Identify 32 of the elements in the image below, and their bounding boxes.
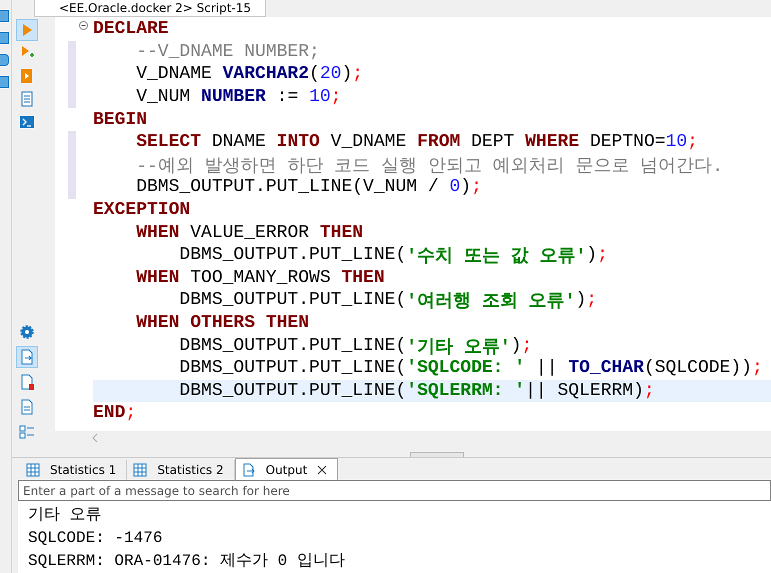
code-line: --V_DNAME NUMBER;: [135, 40, 321, 64]
grid-icon: [133, 463, 148, 478]
code-line: WHEN VALUE_ERROR THEN: [135, 222, 364, 244]
code-line: WHEN OTHERS THEN: [135, 312, 310, 334]
output-line: SQLCODE: -1476: [28, 528, 164, 549]
code-line: DBMS_OUTPUT.PUT_LINE('수치 또는 값 오류');: [178, 244, 609, 267]
database-icon[interactable]: [0, 54, 9, 66]
code-line: EXCEPTION: [93, 199, 192, 222]
code-line: DECLARE: [93, 18, 170, 41]
editor-tab[interactable]: <EE.Oracle.docker 2> Script-15: [34, 0, 266, 17]
close-icon[interactable]: [317, 464, 328, 475]
output-line: SQLERRM: ORA-01476: 제수가 0 입니다: [28, 551, 346, 572]
code-line: --예외 발생하면 하단 코드 실행 안되고 예외처리 문으로 넘어간다.: [135, 156, 724, 176]
splitter-handle[interactable]: [410, 452, 464, 458]
code-line: DBMS_OUTPUT.PUT_LINE('SQLCODE: ' || TO_CHAR(SQLCODE));: [178, 357, 764, 380]
output-icon: [242, 462, 256, 477]
editor-tab-title: <EE.Oracle.docker 2> Script-15: [59, 0, 252, 16]
code-line: DBMS_OUTPUT.PUT_LINE('여러행 조회 오류');: [178, 289, 598, 312]
result-tab[interactable]: Output: [234, 458, 338, 480]
grid-icon: [26, 463, 40, 478]
code-line: WHEN TOO_MANY_ROWS THEN: [135, 266, 386, 290]
output-line: 기타 오류: [28, 505, 103, 526]
code-line: SELECT DNAME INTO V_DNAME FROM DEPT WHERE DEPTNO=10;: [135, 131, 699, 154]
code-line: DBMS_OUTPUT.PUT_LINE(V_NUM / 0);: [135, 176, 483, 199]
collapse-icon[interactable]: [79, 21, 88, 30]
search-field[interactable]: Enter a part of a message to search for here: [18, 480, 771, 501]
code-line: END;: [93, 402, 138, 425]
output-icon[interactable]: [16, 346, 38, 368]
code-line: V_NUM NUMBER := 10;: [135, 86, 342, 108]
code-line: V_DNAME VARCHAR2(20);: [135, 63, 364, 86]
code-line: DBMS_OUTPUT.PUT_LINE('기타 오류');: [178, 334, 534, 357]
code-line: BEGIN: [93, 108, 148, 131]
